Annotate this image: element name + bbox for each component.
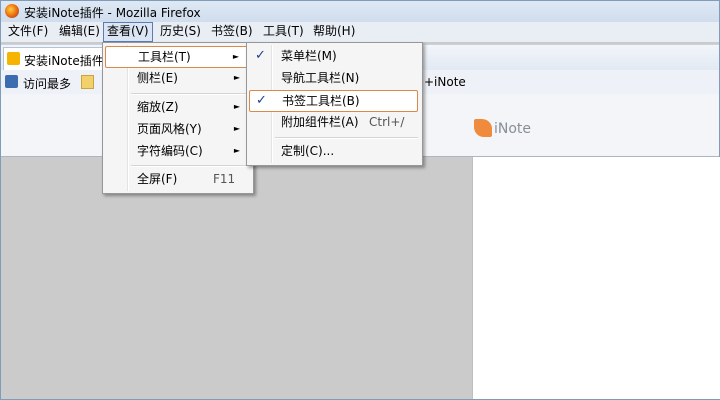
view-toolbars-label: 工具栏(T): [138, 50, 191, 64]
submenu-arrow-icon: ►: [233, 124, 240, 133]
bookmark-icon: [5, 75, 18, 88]
content-area-right: [472, 157, 720, 399]
toolbar-navigation[interactable]: 导航工具栏(N): [249, 68, 418, 88]
menu-separator: [131, 165, 249, 167]
inote-logo-text[interactable]: iNote: [494, 121, 531, 137]
menu-separator: [275, 137, 418, 139]
menu-edit[interactable]: 编辑(E): [56, 23, 103, 40]
menu-bar: 文件(F) 编辑(E) 查看(V) 历史(S) 书签(B) 工具(T) 帮助(H…: [1, 22, 719, 42]
toolbars-submenu: ✓ 菜单栏(M) 导航工具栏(N) ✓ 书签工具栏(B) 附加组件栏(A) Ct…: [246, 42, 423, 166]
puzzle-icon: [7, 52, 20, 65]
title-bar: 安装iNote插件 - Mozilla Firefox: [1, 1, 719, 23]
leaf-icon: [474, 119, 492, 137]
view-zoom[interactable]: 缩放(Z) ►: [105, 97, 248, 117]
toolbar-menubar[interactable]: ✓ 菜单栏(M): [249, 46, 418, 66]
view-zoom-label: 缩放(Z): [137, 100, 179, 114]
checkmark-icon: ✓: [255, 48, 266, 63]
view-sidebar[interactable]: 侧栏(E) ►: [105, 68, 248, 88]
view-char-encoding-label: 字符编码(C): [137, 144, 203, 158]
menu-tools[interactable]: 工具(T): [260, 23, 307, 40]
menu-file[interactable]: 文件(F): [5, 23, 51, 40]
menu-view[interactable]: 查看(V): [103, 22, 153, 42]
addons-shortcut: Ctrl+/: [369, 115, 405, 129]
menu-history[interactable]: 历史(S): [157, 23, 204, 40]
submenu-arrow-icon: ►: [233, 146, 240, 155]
menu-help[interactable]: 帮助(H): [310, 23, 358, 40]
bookmark-most-visited[interactable]: 访问最多: [23, 75, 71, 92]
view-page-style-label: 页面风格(Y): [137, 122, 202, 136]
checkmark-icon: ✓: [256, 93, 267, 108]
toolbar-customize[interactable]: 定制(C)...: [249, 141, 418, 161]
submenu-arrow-icon: ►: [233, 73, 240, 82]
toolbar-addons[interactable]: 附加组件栏(A) Ctrl+/: [249, 112, 418, 132]
view-char-encoding[interactable]: 字符编码(C) ►: [105, 141, 248, 161]
menu-bookmarks[interactable]: 书签(B): [208, 23, 256, 40]
toolbar-navigation-label: 导航工具栏(N): [281, 71, 360, 85]
tab-label: 安装iNote插件: [24, 54, 104, 68]
fullscreen-shortcut: F11: [213, 172, 236, 186]
window-title: 安装iNote插件 - Mozilla Firefox: [24, 6, 201, 20]
toolbar-menubar-label: 菜单栏(M): [281, 49, 337, 63]
submenu-arrow-icon: ►: [232, 52, 239, 61]
view-toolbars[interactable]: 工具栏(T) ►: [105, 46, 248, 68]
view-sidebar-label: 侧栏(E): [137, 71, 178, 85]
firefox-logo-icon: [5, 4, 19, 18]
toolbar-bookmarks[interactable]: ✓ 书签工具栏(B): [249, 90, 418, 112]
folder-icon[interactable]: [81, 75, 94, 89]
toolbar-customize-label: 定制(C)...: [281, 144, 335, 158]
toolbar-bookmarks-label: 书签工具栏(B): [282, 94, 360, 108]
submenu-arrow-icon: ►: [233, 102, 240, 111]
view-fullscreen[interactable]: 全屏(F) F11: [105, 169, 248, 189]
tab-install-inote[interactable]: 安装iNote插件: [3, 47, 115, 70]
bookmark-inote[interactable]: +iNote: [424, 75, 466, 89]
menu-separator: [131, 93, 249, 95]
toolbar-addons-label: 附加组件栏(A): [281, 115, 359, 129]
view-fullscreen-label: 全屏(F): [137, 172, 178, 186]
view-menu: 工具栏(T) ► 侧栏(E) ► 缩放(Z) ► 页面风格(Y) ► 字符编码(…: [102, 42, 254, 194]
view-page-style[interactable]: 页面风格(Y) ►: [105, 119, 248, 139]
